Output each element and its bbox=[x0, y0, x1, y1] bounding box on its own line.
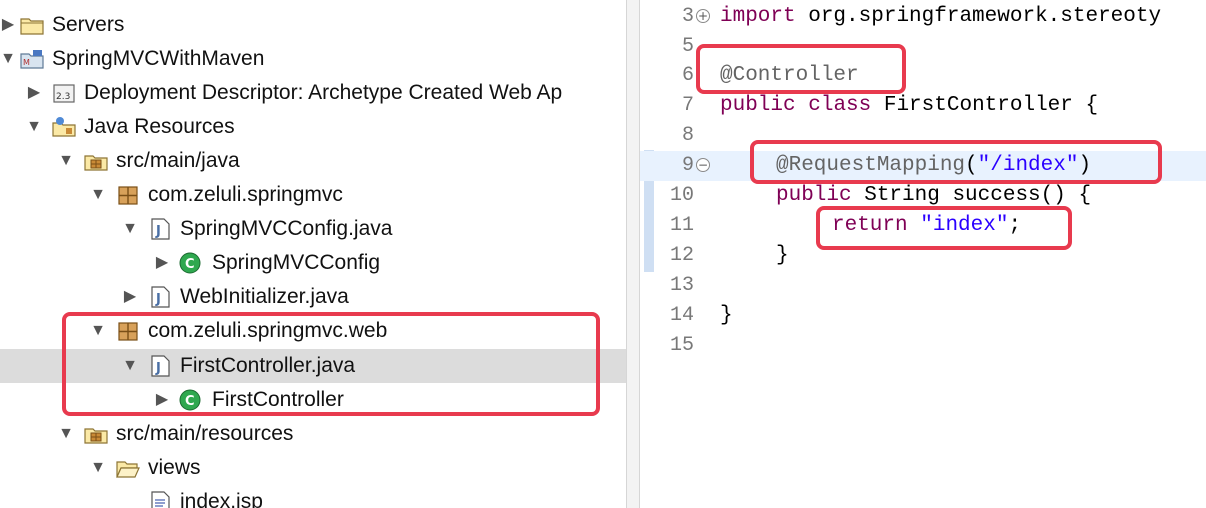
tree-item-deployment-descriptor[interactable]: ▶ 2.3 Deployment Descriptor: Archetype C… bbox=[0, 76, 626, 110]
code-text: import org.springframework.stereoty bbox=[720, 5, 1162, 28]
chevron-down-icon[interactable]: ▼ bbox=[58, 144, 74, 178]
line-number: 5 bbox=[681, 35, 694, 58]
project-explorer: ▶ Servers ▼ M SpringMVCWithMaven ▶ 2.3 D… bbox=[0, 0, 626, 508]
code-text: public class FirstController { bbox=[720, 94, 1099, 117]
tree-item-label: SpringMVCConfig.java bbox=[180, 217, 393, 240]
tree-item-label: views bbox=[148, 456, 201, 479]
tree-item-label: index.jsp bbox=[180, 490, 263, 508]
deployment-descriptor-icon: 2.3 bbox=[52, 82, 76, 104]
highlight-box-return-index bbox=[816, 206, 1072, 250]
chevron-right-icon[interactable]: ▶ bbox=[26, 76, 42, 110]
line-number: 7 bbox=[681, 94, 694, 117]
tree-item-src-main-resources[interactable]: ▼ src/main/resources bbox=[0, 417, 626, 451]
tree-item-java-resources[interactable]: ▼ Java Resources bbox=[0, 110, 626, 144]
chevron-down-icon[interactable]: ▼ bbox=[90, 178, 106, 212]
chevron-right-icon[interactable]: ▶ bbox=[154, 246, 170, 280]
tree-item-label: WebInitializer.java bbox=[180, 285, 349, 308]
tree-item-src-main-java[interactable]: ▼ src/main/java bbox=[0, 144, 626, 178]
line-number: 15 bbox=[669, 334, 694, 357]
line-number: 12 bbox=[669, 244, 694, 267]
source-folder-icon bbox=[84, 150, 108, 172]
code-line-3[interactable]: 3 + import org.springframework.stereoty bbox=[640, 2, 1206, 32]
tree-item-label: Servers bbox=[52, 13, 125, 36]
line-number: 10 bbox=[669, 184, 694, 207]
line-number: 6 bbox=[681, 64, 694, 87]
svg-text:J: J bbox=[155, 224, 161, 239]
line-number: 11 bbox=[669, 214, 694, 237]
line-number: 14 bbox=[669, 304, 694, 327]
tree-item-project[interactable]: ▼ M SpringMVCWithMaven bbox=[0, 42, 626, 76]
tree-item-servers[interactable]: ▶ Servers bbox=[0, 8, 626, 42]
tree-item-label: Deployment Descriptor: Archetype Created… bbox=[84, 81, 563, 104]
tree-item-label: SpringMVCWithMaven bbox=[52, 47, 265, 70]
jsp-file-icon bbox=[148, 491, 172, 508]
highlight-box-controller-annotation bbox=[696, 44, 906, 94]
tree-item-springmvcconfig-java[interactable]: ▼ J SpringMVCConfig.java bbox=[0, 212, 626, 246]
source-folder-icon bbox=[84, 423, 108, 445]
highlight-box-request-mapping bbox=[750, 140, 1162, 184]
folder-icon bbox=[20, 14, 44, 36]
java-resources-icon bbox=[52, 116, 76, 138]
line-number: 9 bbox=[681, 154, 694, 177]
code-editor[interactable]: 3 + import org.springframework.stereoty … bbox=[640, 0, 1206, 508]
code-text: } bbox=[776, 244, 789, 267]
code-line-14[interactable]: 14 } bbox=[640, 301, 1206, 331]
class-icon: C bbox=[178, 252, 202, 274]
line-number: 8 bbox=[681, 124, 694, 147]
fold-expand-icon[interactable]: + bbox=[696, 9, 710, 23]
svg-text:2.3: 2.3 bbox=[56, 92, 70, 102]
tree-item-index-jsp[interactable]: index.jsp bbox=[0, 485, 626, 508]
tree-item-package-springmvc[interactable]: ▼ com.zeluli.springmvc bbox=[0, 178, 626, 212]
tree-item-label: src/main/resources bbox=[116, 422, 294, 445]
tree-item-label: com.zeluli.springmvc bbox=[148, 183, 343, 206]
chevron-down-icon[interactable]: ▼ bbox=[122, 212, 138, 246]
tree-item-label: Java Resources bbox=[84, 115, 235, 138]
fold-collapse-icon[interactable]: − bbox=[696, 158, 710, 172]
folder-open-icon bbox=[116, 457, 140, 479]
chevron-down-icon[interactable]: ▼ bbox=[58, 417, 74, 451]
line-number: 3 bbox=[681, 5, 694, 28]
code-text: } bbox=[720, 304, 733, 327]
java-file-icon: J bbox=[148, 218, 172, 240]
code-line-7[interactable]: 7 public class FirstController { bbox=[640, 91, 1206, 121]
tree-item-label: SpringMVCConfig bbox=[212, 251, 381, 274]
maven-project-icon: M bbox=[20, 48, 44, 70]
tree-item-springmvcconfig-class[interactable]: ▶ C SpringMVCConfig bbox=[0, 246, 626, 280]
view-sash[interactable] bbox=[626, 0, 640, 508]
highlight-box-package-web bbox=[62, 312, 600, 416]
tree-item-views[interactable]: ▼ views bbox=[0, 451, 626, 485]
code-line-13[interactable]: 13 bbox=[640, 271, 1206, 301]
tree-item-label: src/main/java bbox=[116, 149, 240, 172]
svg-text:J: J bbox=[155, 292, 161, 307]
svg-text:C: C bbox=[185, 257, 195, 272]
svg-text:M: M bbox=[23, 58, 30, 67]
chevron-right-icon[interactable]: ▶ bbox=[122, 280, 138, 314]
chevron-down-icon[interactable]: ▼ bbox=[26, 110, 42, 144]
chevron-down-icon[interactable]: ▼ bbox=[0, 42, 16, 76]
chevron-right-icon[interactable]: ▶ bbox=[0, 8, 16, 42]
code-line-15[interactable]: 15 bbox=[640, 331, 1206, 361]
chevron-down-icon[interactable]: ▼ bbox=[90, 451, 106, 485]
package-icon bbox=[116, 184, 140, 206]
tree-item-webinitializer-java[interactable]: ▶ J WebInitializer.java bbox=[0, 280, 626, 314]
line-number: 13 bbox=[669, 274, 694, 297]
java-file-icon: J bbox=[148, 286, 172, 308]
